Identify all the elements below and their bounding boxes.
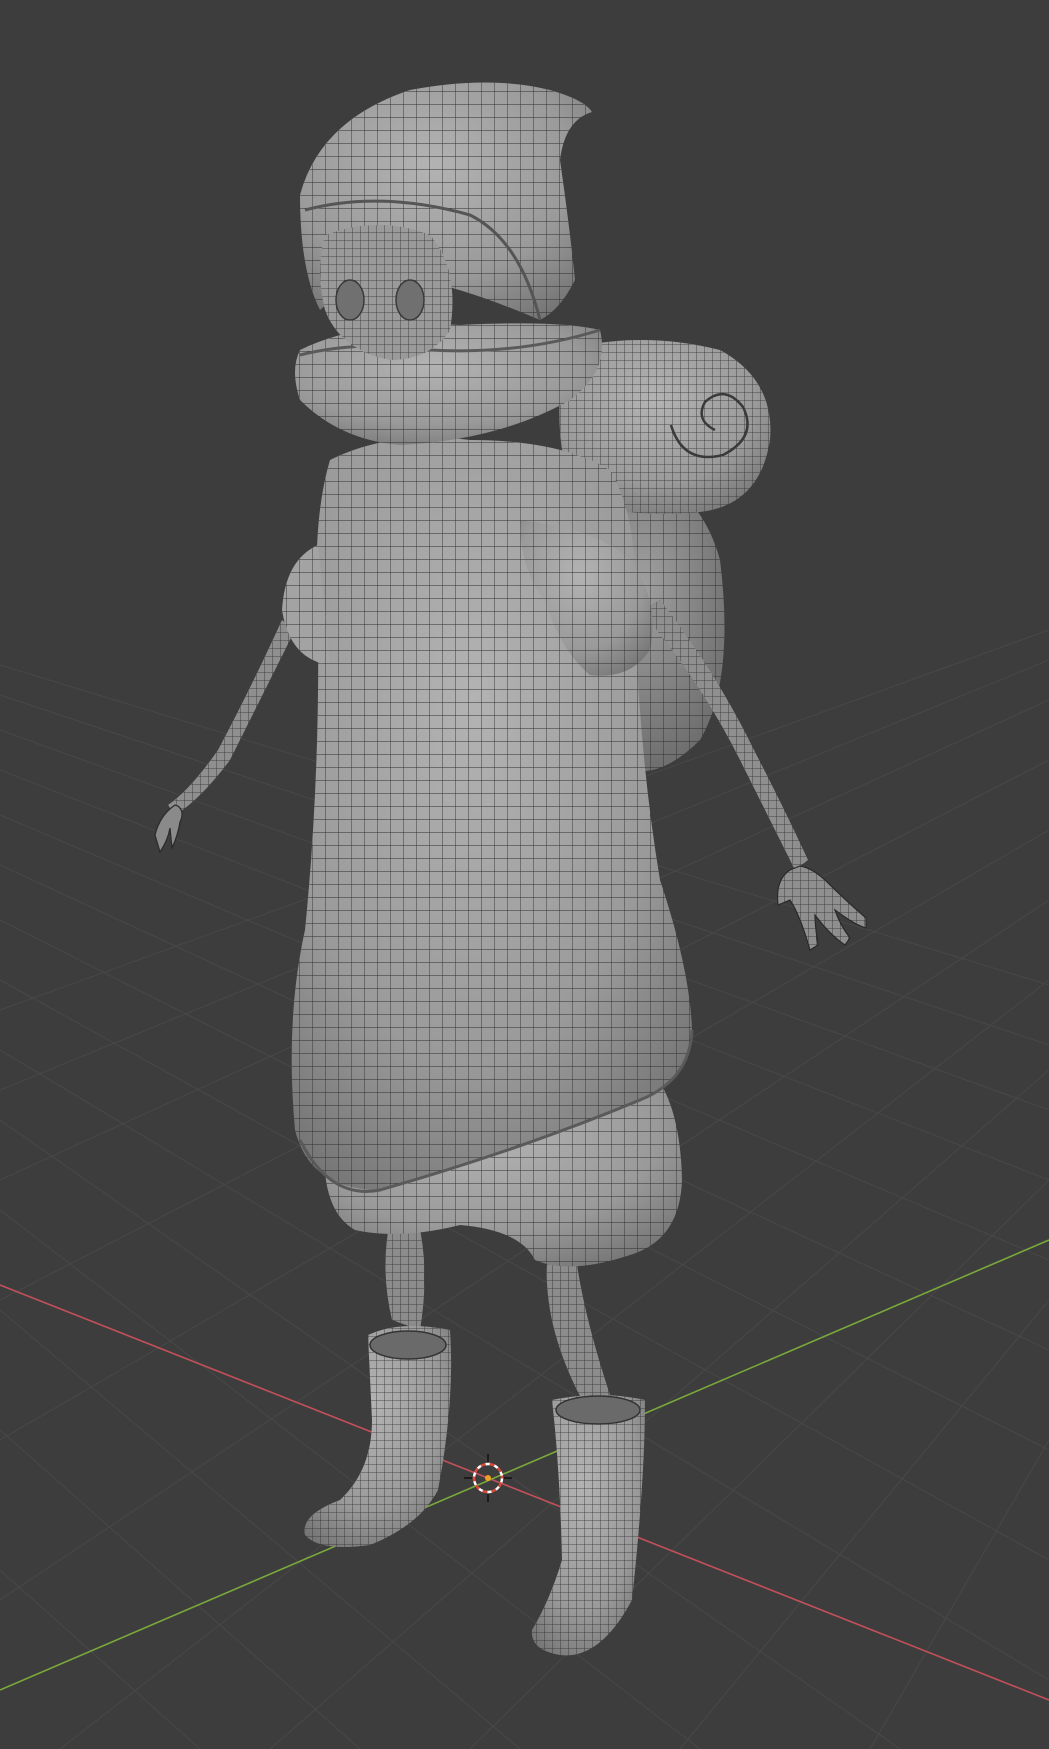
3d-viewport[interactable] [0,0,1049,1749]
right-boot-opening [555,1395,641,1425]
eye-hole-left [335,279,365,321]
left-boot-opening [369,1330,447,1360]
left-leg[interactable] [385,1220,425,1330]
coat[interactable] [291,437,694,1193]
eye-hole-right [395,279,425,321]
